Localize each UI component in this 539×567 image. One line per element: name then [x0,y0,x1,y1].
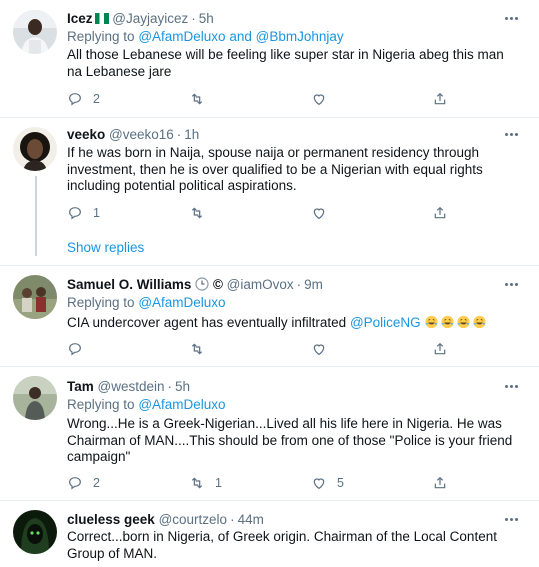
more-icon[interactable] [505,382,521,388]
reply-count: 2 [93,476,100,490]
tweet-clueless-geek[interactable]: clueless geek @courtzelo · 44m Correct...b… [0,501,539,567]
timestamp[interactable]: 5h [199,11,214,26]
more-icon[interactable] [505,280,521,286]
mention-link[interactable]: @BbmJohnjay [256,29,344,44]
reply-icon [69,477,81,490]
reply-count: 2 [93,92,100,106]
reply-count: 1 [93,206,100,220]
retweet-icon [191,207,203,219]
more-icon[interactable] [505,14,521,20]
like-button[interactable]: 5 [311,474,344,492]
like-button[interactable] [311,340,327,358]
avatar[interactable] [13,275,57,319]
avatar[interactable] [13,376,57,420]
like-icon [313,344,325,356]
tweet-actions [67,340,467,358]
tweet-actions: 1 [67,204,467,222]
display-name[interactable]: veeko [67,127,105,142]
retweet-button[interactable] [189,340,205,358]
share-icon [434,342,446,355]
handle[interactable]: @veeko16 [109,127,174,142]
tweet-actions: 2 1 5 [67,474,467,492]
tweet-text: All those Lebanese will be feeling like … [67,47,504,79]
timestamp[interactable]: 9m [304,277,323,292]
reply-button[interactable]: 2 [67,474,100,492]
retweet-icon [191,477,203,489]
reply-button[interactable]: 2 [67,90,100,108]
timestamp[interactable]: 1h [184,127,199,142]
mention-link[interactable]: @AfamDeluxo [138,397,225,412]
thread-line [35,176,37,256]
timestamp[interactable]: 5h [175,379,190,394]
like-button[interactable] [311,204,327,222]
like-count: 5 [337,476,344,490]
retweet-count: 1 [215,476,222,490]
reply-icon [69,343,81,356]
retweet-button[interactable] [189,90,215,108]
mention-link[interactable]: @PoliceNG [350,315,421,330]
handle[interactable]: @iamOvox [227,277,294,292]
retweet-icon [191,93,203,105]
reply-icon [69,207,81,220]
retweet-button[interactable] [189,204,205,222]
display-name[interactable]: Icez [67,11,93,26]
avatar[interactable] [13,510,57,554]
display-name[interactable]: clueless geek [67,512,155,527]
like-button[interactable] [311,90,337,108]
reply-button[interactable] [67,340,83,358]
show-replies-link[interactable]: Show replies [67,240,144,256]
share-button[interactable] [432,474,448,492]
retweet-icon [191,343,203,355]
like-icon [313,94,325,106]
copyright-badge: © [212,277,223,292]
more-icon[interactable] [505,130,521,136]
tweet-actions: 2 [67,90,467,108]
tweet-text: If he was born in Naija, spouse naija or… [67,145,483,193]
tweet-tam[interactable]: Tam @westdein · 5h Replying to @AfamDeluxo… [0,367,539,500]
retweet-button[interactable]: 1 [189,474,222,492]
like-icon [313,208,325,220]
laughing-emoji [424,315,488,330]
share-button[interactable] [432,204,448,222]
replying-to: Replying to @AfamDeluxo and @BbmJohnjay [67,29,344,44]
tweet-text: CIA undercover agent has eventually infi… [67,315,522,332]
tweet-text: Wrong...He is a Greek-Nigerian...Lived a… [67,416,513,464]
share-icon [434,476,446,489]
replying-to: Replying to @AfamDeluxo [67,295,226,310]
tweet-samuel[interactable]: Samuel O. Williams © @iamOvox · 9m Replyin… [0,266,539,366]
share-icon [434,92,446,105]
tweet-veeko[interactable]: veeko @veeko16 · 1h If he was born in Naij… [0,118,539,266]
handle[interactable]: @westdein [98,379,165,394]
share-button[interactable] [432,90,448,108]
mention-link[interactable]: @AfamDeluxo [138,295,225,310]
avatar[interactable] [13,127,57,171]
clock-icon [195,277,209,291]
handle[interactable]: @Jayjayicez [112,11,188,26]
display-name[interactable]: Tam [67,379,94,394]
more-icon[interactable] [505,515,521,521]
mention-link[interactable]: @AfamDeluxo [138,29,225,44]
like-icon [313,478,325,490]
share-icon [434,206,446,219]
display-name[interactable]: Samuel O. Williams [67,277,191,292]
timestamp[interactable]: 44m [238,512,264,527]
reply-icon [69,93,81,106]
tweet-icez[interactable]: Icez @Jayjayicez · 5h Replying to @AfamDel… [0,0,539,117]
avatar[interactable] [13,10,57,54]
reply-button[interactable]: 1 [67,204,100,222]
tweet-text: Correct...born in Nigeria, of Greek orig… [67,529,497,561]
replying-to: Replying to @AfamDeluxo [67,397,226,412]
nigeria-flag-icon [94,13,109,24]
handle[interactable]: @courtzelo [159,512,227,527]
share-button[interactable] [432,340,448,358]
